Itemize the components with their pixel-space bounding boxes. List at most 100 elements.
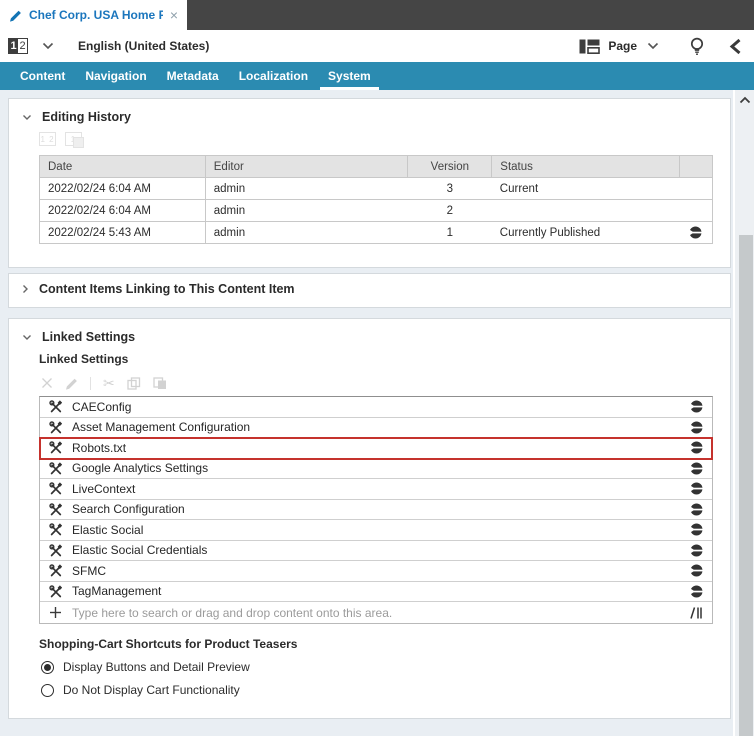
cell-date: 2022/02/24 6:04 AM [39,199,206,222]
list-item-label: Robots.txt [72,440,127,455]
cell-version: 1 [407,221,492,244]
plus-icon[interactable] [49,606,62,619]
list-item[interactable]: Asset Management Configuration [40,417,712,438]
published-state-icon [690,585,703,598]
document-tab[interactable]: Chef Corp. USA Home P... × [0,0,187,30]
settings-tools-icon [49,544,62,557]
list-item[interactable]: Search Configuration [40,499,712,520]
editing-history-title: Editing History [42,110,131,124]
radio-unselected-icon[interactable] [41,683,54,697]
linked-settings-field-label: Linked Settings [39,352,129,366]
scrollbar-thumb[interactable] [739,235,753,736]
search-drop-row[interactable] [40,602,712,623]
settings-tools-icon [49,441,62,454]
locale-variants-icon[interactable]: 12 [8,38,28,54]
col-date[interactable]: Date [39,155,206,178]
editing-history-panel: Editing History 1 2 1 Date Editor Versio… [8,98,731,268]
list-item[interactable]: Elastic Social [40,520,712,541]
tab-system[interactable]: System [320,62,379,90]
cell-version: 3 [407,177,492,200]
list-item-label: Asset Management Configuration [72,420,251,435]
scrollbar-up-arrow-icon[interactable] [735,93,754,107]
tab-navigation[interactable]: Navigation [77,62,154,90]
table-row[interactable]: 2022/02/24 6:04 AM admin 3 Current [39,177,713,200]
list-item-label: LiveContext [72,481,136,496]
chevron-down-icon[interactable] [22,334,32,341]
list-item[interactable]: Elastic Social Credentials [40,540,712,561]
settings-tools-icon [49,503,62,516]
list-item-label: Google Analytics Settings [72,461,209,476]
list-item[interactable]: Google Analytics Settings [40,458,712,479]
vertical-scrollbar[interactable] [733,90,754,736]
edit-pencil-icon [9,9,22,22]
view-type-label[interactable]: Page [608,39,637,53]
toolbar-separator [90,376,91,390]
radio-selected-icon[interactable] [41,660,54,674]
linked-settings-title: Linked Settings [42,330,136,344]
settings-tools-icon [49,585,62,598]
list-item-label: SFMC [72,563,106,578]
editing-history-header[interactable]: Editing History [9,99,730,128]
close-tab-icon[interactable]: × [170,8,178,22]
published-state-icon [690,523,703,536]
table-header-row: Date Editor Version Status [39,155,713,178]
settings-tools-icon [49,564,62,577]
compare-side-by-side-icon[interactable]: 1 2 [39,132,56,146]
version-history-table: Date Editor Version Status 2022/02/24 6:… [39,155,713,244]
published-state-icon [690,421,703,434]
paste-icon[interactable] [153,376,167,390]
col-version[interactable]: Version [407,155,493,178]
cell-editor: admin [205,221,408,244]
list-item-highlighted[interactable]: Robots.txt [39,437,713,460]
col-status[interactable]: Status [491,155,680,178]
hint-lightbulb-icon[interactable] [689,37,705,56]
document-tab-bar: Chef Corp. USA Home P... × [0,0,754,30]
tab-content[interactable]: Content [12,62,73,90]
compare-merged-icon[interactable]: 1 [65,132,84,148]
published-state-icon [679,221,713,244]
view-type-chevron-down-icon[interactable] [647,42,659,50]
collapse-panel-chevron-left-icon[interactable] [729,38,742,55]
list-item[interactable]: SFMC [40,561,712,582]
radio-option-no-cart[interactable]: Do Not Display Cart Functionality [41,683,730,697]
library-icon[interactable] [689,606,703,620]
settings-tools-icon [49,482,62,495]
locale-label[interactable]: English (United States) [78,39,209,53]
list-item-label: Elastic Social Credentials [72,543,208,558]
cell-status [491,199,680,222]
published-state-icon [690,482,703,495]
chevron-down-icon[interactable] [22,114,32,121]
cell-editor: admin [205,199,408,222]
settings-tools-icon [49,400,62,413]
linked-settings-toolbar: ✂ [41,375,730,391]
radio-option-display-buttons[interactable]: Display Buttons and Detail Preview [41,660,730,674]
edit-pencil-icon[interactable] [65,377,78,390]
list-item-label: Elastic Social [72,522,144,537]
table-row[interactable]: 2022/02/24 6:04 AM admin 2 [39,199,713,222]
settings-tools-icon [49,523,62,536]
locale-chevron-down-icon[interactable] [42,42,54,50]
table-row[interactable]: 2022/02/24 5:43 AM admin 1 Currently Pub… [39,221,713,244]
document-toolbar: 12 English (United States) Page [0,30,754,62]
tab-metadata[interactable]: Metadata [159,62,227,90]
remove-icon[interactable] [41,377,53,389]
cut-scissors-icon[interactable]: ✂ [103,376,115,390]
list-item[interactable]: TagManagement [40,581,712,602]
search-input[interactable] [72,605,679,620]
linking-items-panel: Content Items Linking to This Content It… [8,273,731,308]
published-state-icon [690,462,703,475]
cell-editor: admin [205,177,408,200]
settings-tools-icon [49,462,62,475]
list-item[interactable]: LiveContext [40,479,712,500]
tab-localization[interactable]: Localization [231,62,316,90]
radio-label: Display Buttons and Detail Preview [63,660,250,674]
published-state-icon [690,441,703,454]
col-state-icon [679,155,713,178]
list-item[interactable]: CAEConfig [40,397,712,418]
chevron-right-icon[interactable] [22,284,29,294]
cell-version: 2 [407,199,492,222]
col-editor[interactable]: Editor [204,155,409,178]
copy-icon[interactable] [127,376,141,390]
linking-items-header[interactable]: Content Items Linking to This Content It… [9,274,730,307]
linked-settings-header[interactable]: Linked Settings [9,319,730,348]
